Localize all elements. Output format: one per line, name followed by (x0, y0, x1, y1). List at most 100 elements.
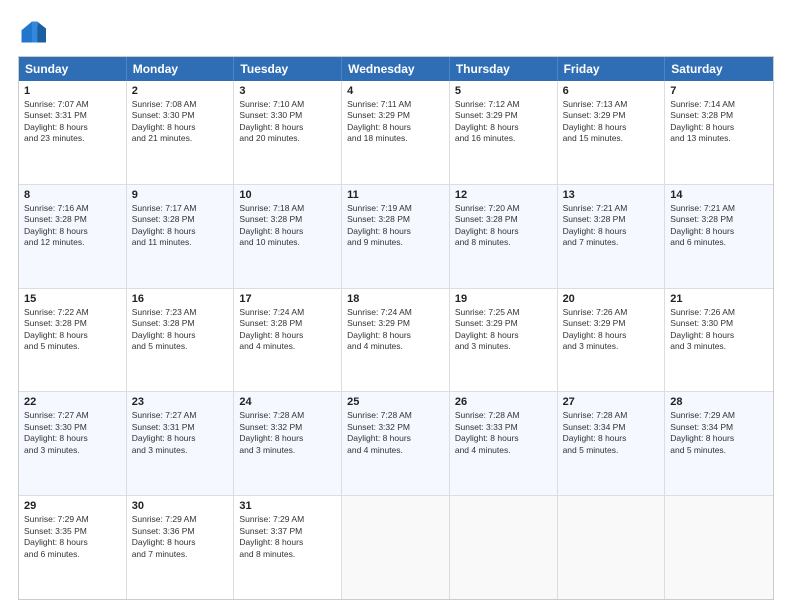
cell-info-line: Daylight: 8 hours (239, 122, 336, 133)
cell-info-line: Sunrise: 7:17 AM (132, 203, 229, 214)
cell-info-line: Sunrise: 7:29 AM (239, 514, 336, 525)
cell-info-line: and 10 minutes. (239, 237, 336, 248)
cell-info-line: and 8 minutes. (455, 237, 552, 248)
calendar-cell: 21Sunrise: 7:26 AMSunset: 3:30 PMDayligh… (665, 289, 773, 392)
day-number: 30 (132, 500, 229, 512)
day-number: 2 (132, 85, 229, 97)
calendar-cell: 20Sunrise: 7:26 AMSunset: 3:29 PMDayligh… (558, 289, 666, 392)
cell-info-line: Daylight: 8 hours (563, 122, 660, 133)
day-number: 16 (132, 293, 229, 305)
cell-info-line: Daylight: 8 hours (455, 122, 552, 133)
cell-info-line: Sunrise: 7:07 AM (24, 99, 121, 110)
calendar-cell: 1Sunrise: 7:07 AMSunset: 3:31 PMDaylight… (19, 81, 127, 184)
cell-info-line: and 8 minutes. (239, 549, 336, 560)
cell-info-line: and 7 minutes. (132, 549, 229, 560)
cell-info-line: Sunrise: 7:29 AM (670, 410, 768, 421)
cell-info-line: Daylight: 8 hours (563, 226, 660, 237)
cell-info-line: Sunrise: 7:25 AM (455, 307, 552, 318)
cell-info-line: Sunset: 3:30 PM (670, 318, 768, 329)
day-number: 5 (455, 85, 552, 97)
header-day-sunday: Sunday (19, 57, 127, 81)
cell-info-line: Sunset: 3:28 PM (670, 110, 768, 121)
cell-info-line: and 16 minutes. (455, 133, 552, 144)
cell-info-line: and 5 minutes. (132, 341, 229, 352)
day-number: 26 (455, 396, 552, 408)
cell-info-line: Sunrise: 7:27 AM (24, 410, 121, 421)
cell-info-line: Sunrise: 7:16 AM (24, 203, 121, 214)
calendar-cell: 15Sunrise: 7:22 AMSunset: 3:28 PMDayligh… (19, 289, 127, 392)
cell-info-line: Daylight: 8 hours (563, 330, 660, 341)
cell-info-line: Daylight: 8 hours (670, 433, 768, 444)
cell-info-line: and 12 minutes. (24, 237, 121, 248)
cell-info-line: and 20 minutes. (239, 133, 336, 144)
cell-info-line: Sunrise: 7:24 AM (347, 307, 444, 318)
cell-info-line: Daylight: 8 hours (670, 226, 768, 237)
cell-info-line: and 21 minutes. (132, 133, 229, 144)
cell-info-line: and 13 minutes. (670, 133, 768, 144)
day-number: 20 (563, 293, 660, 305)
cell-info-line: Daylight: 8 hours (239, 433, 336, 444)
calendar-cell: 17Sunrise: 7:24 AMSunset: 3:28 PMDayligh… (234, 289, 342, 392)
day-number: 13 (563, 189, 660, 201)
cell-info-line: Sunset: 3:28 PM (24, 214, 121, 225)
cell-info-line: and 9 minutes. (347, 237, 444, 248)
day-number: 10 (239, 189, 336, 201)
calendar: SundayMondayTuesdayWednesdayThursdayFrid… (18, 56, 774, 600)
cell-info-line: and 5 minutes. (670, 445, 768, 456)
cell-info-line: Daylight: 8 hours (347, 122, 444, 133)
calendar-cell: 9Sunrise: 7:17 AMSunset: 3:28 PMDaylight… (127, 185, 235, 288)
day-number: 25 (347, 396, 444, 408)
calendar-cell: 12Sunrise: 7:20 AMSunset: 3:28 PMDayligh… (450, 185, 558, 288)
calendar-week-5: 29Sunrise: 7:29 AMSunset: 3:35 PMDayligh… (19, 495, 773, 599)
cell-info-line: and 3 minutes. (24, 445, 121, 456)
calendar-body: 1Sunrise: 7:07 AMSunset: 3:31 PMDaylight… (19, 81, 773, 599)
cell-info-line: Sunset: 3:28 PM (347, 214, 444, 225)
calendar-header: SundayMondayTuesdayWednesdayThursdayFrid… (19, 57, 773, 81)
cell-info-line: and 5 minutes. (563, 445, 660, 456)
cell-info-line: Daylight: 8 hours (24, 122, 121, 133)
calendar-cell: 6Sunrise: 7:13 AMSunset: 3:29 PMDaylight… (558, 81, 666, 184)
cell-info-line: Sunset: 3:34 PM (670, 422, 768, 433)
day-number: 19 (455, 293, 552, 305)
day-number: 18 (347, 293, 444, 305)
calendar-cell: 22Sunrise: 7:27 AMSunset: 3:30 PMDayligh… (19, 392, 127, 495)
calendar-cell: 19Sunrise: 7:25 AMSunset: 3:29 PMDayligh… (450, 289, 558, 392)
cell-info-line: Daylight: 8 hours (347, 226, 444, 237)
calendar-cell: 25Sunrise: 7:28 AMSunset: 3:32 PMDayligh… (342, 392, 450, 495)
cell-info-line: and 5 minutes. (24, 341, 121, 352)
cell-info-line: Sunset: 3:33 PM (455, 422, 552, 433)
page: SundayMondayTuesdayWednesdayThursdayFrid… (0, 0, 792, 612)
cell-info-line: Sunrise: 7:22 AM (24, 307, 121, 318)
calendar-cell: 31Sunrise: 7:29 AMSunset: 3:37 PMDayligh… (234, 496, 342, 599)
cell-info-line: and 3 minutes. (455, 341, 552, 352)
cell-info-line: and 4 minutes. (239, 341, 336, 352)
calendar-cell: 13Sunrise: 7:21 AMSunset: 3:28 PMDayligh… (558, 185, 666, 288)
cell-info-line: and 4 minutes. (347, 341, 444, 352)
calendar-cell: 7Sunrise: 7:14 AMSunset: 3:28 PMDaylight… (665, 81, 773, 184)
cell-info-line: Daylight: 8 hours (24, 330, 121, 341)
cell-info-line: Daylight: 8 hours (347, 330, 444, 341)
calendar-week-1: 1Sunrise: 7:07 AMSunset: 3:31 PMDaylight… (19, 81, 773, 184)
cell-info-line: Sunrise: 7:26 AM (563, 307, 660, 318)
cell-info-line: Sunrise: 7:21 AM (563, 203, 660, 214)
calendar-week-2: 8Sunrise: 7:16 AMSunset: 3:28 PMDaylight… (19, 184, 773, 288)
day-number: 7 (670, 85, 768, 97)
cell-info-line: Sunset: 3:29 PM (455, 318, 552, 329)
header-day-wednesday: Wednesday (342, 57, 450, 81)
cell-info-line: Sunset: 3:34 PM (563, 422, 660, 433)
cell-info-line: Daylight: 8 hours (132, 122, 229, 133)
cell-info-line: Sunset: 3:31 PM (132, 422, 229, 433)
day-number: 27 (563, 396, 660, 408)
cell-info-line: and 3 minutes. (563, 341, 660, 352)
cell-info-line: and 15 minutes. (563, 133, 660, 144)
cell-info-line: Sunrise: 7:14 AM (670, 99, 768, 110)
day-number: 11 (347, 189, 444, 201)
cell-info-line: Daylight: 8 hours (563, 433, 660, 444)
cell-info-line: Sunrise: 7:19 AM (347, 203, 444, 214)
calendar-cell: 2Sunrise: 7:08 AMSunset: 3:30 PMDaylight… (127, 81, 235, 184)
calendar-cell (342, 496, 450, 599)
cell-info-line: Sunrise: 7:28 AM (239, 410, 336, 421)
day-number: 17 (239, 293, 336, 305)
cell-info-line: and 6 minutes. (24, 549, 121, 560)
logo-icon (18, 18, 46, 46)
